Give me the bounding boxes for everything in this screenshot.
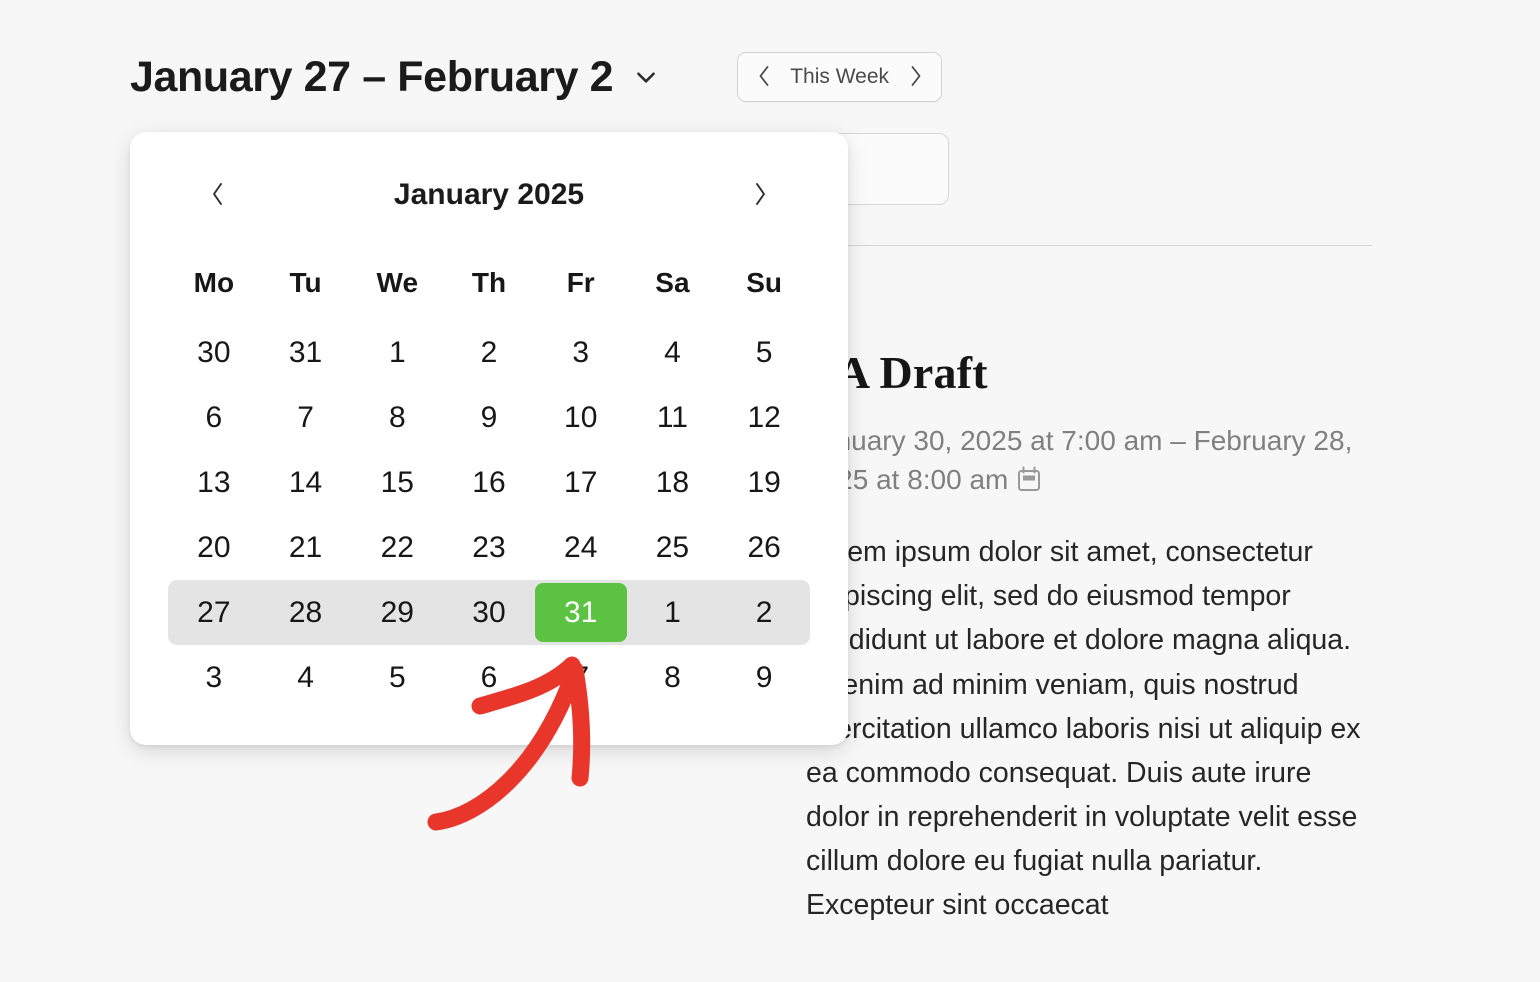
datepicker-month-label: January 2025 (393, 178, 585, 211)
weekday-label-su: Su (746, 267, 783, 298)
page-title: January 27 – February 2 (130, 52, 614, 101)
page-header: January 27 – February 2 This Week (130, 52, 942, 102)
calendar-day[interactable]: 29 (351, 583, 443, 642)
calendar-day[interactable]: 20 (168, 518, 260, 577)
calendar-day[interactable]: 5 (351, 648, 443, 707)
calendar-day[interactable]: 17 (535, 453, 627, 512)
calendar-day[interactable]: 8 (351, 388, 443, 447)
weekday-label-tu: Tu (289, 267, 322, 298)
weekday-label-fr: Fr (566, 267, 595, 298)
previous-week-button[interactable] (738, 53, 791, 101)
calendar-day[interactable]: 23 (443, 518, 535, 577)
calendar-day[interactable]: 1 (627, 583, 719, 642)
calendar-day[interactable]: 1 (351, 323, 443, 382)
event-date-range-text: January 30, 2025 at 7:00 am – February 2… (806, 424, 1353, 496)
calendar-day[interactable]: 14 (260, 453, 352, 512)
calendar-day-today[interactable]: 31 (534, 583, 627, 642)
calendar-day[interactable]: 30 (443, 583, 535, 642)
calendar-day[interactable]: 19 (718, 453, 810, 512)
this-week-button[interactable]: This Week (790, 53, 889, 101)
datepicker-weeks: 30 31 1 2 3 4 5 6 7 8 9 10 11 12 13 14 15 16 17 18 19 20 21 22 2… (168, 320, 810, 710)
event-detail-panel: BA Draft January 30, 2025 at 7:00 am – F… (806, 347, 1406, 956)
weekday-label-mo: Mo (193, 267, 235, 298)
calendar-day[interactable]: 22 (351, 518, 443, 577)
weekday-label-sa: Sa (655, 267, 690, 298)
date-range-dropdown[interactable]: January 27 – February 2 (130, 52, 659, 101)
calendar-day[interactable]: 9 (718, 648, 810, 707)
calendar-day[interactable]: 4 (627, 323, 719, 382)
calendar-day[interactable]: 26 (718, 518, 810, 577)
calendar-day[interactable]: 9 (443, 388, 535, 447)
calendar-day[interactable]: 21 (260, 518, 352, 577)
section-divider (760, 245, 1372, 246)
calendar-day[interactable]: 5 (718, 323, 810, 382)
weekday-label-we: We (376, 267, 419, 298)
calendar-week-row: 3456789 (168, 645, 810, 710)
calendar-week-row: 20 21 22 23 24 25 26 (168, 515, 810, 580)
calendar-day[interactable]: 25 (627, 518, 719, 577)
calendar-week-row-selected: 27 28 29 30 31 1 2 (168, 580, 810, 645)
week-navigation-group: This Week (737, 52, 942, 102)
calendar-day[interactable]: 11 (627, 388, 719, 447)
calendar-week-row: 13 14 15 16 17 18 19 (168, 450, 810, 515)
calendar-day[interactable]: 12 (718, 388, 810, 447)
chevron-right-icon (752, 180, 768, 211)
chevron-left-icon (756, 63, 773, 92)
chevron-down-icon[interactable] (633, 64, 659, 90)
chevron-left-icon (210, 180, 226, 211)
calendar-day[interactable]: 2 (718, 583, 810, 642)
datepicker-next-month-button[interactable] (738, 173, 782, 217)
calendar-day[interactable]: 4 (260, 648, 352, 707)
calendar-day[interactable]: 18 (627, 453, 719, 512)
calendar-week-row: 6 7 8 9 10 11 12 (168, 385, 810, 450)
datepicker-previous-month-button[interactable] (196, 173, 240, 217)
event-date-range-row: January 30, 2025 at 7:00 am – February 2… (806, 421, 1366, 505)
next-week-button[interactable] (889, 53, 941, 101)
calendar-day[interactable]: 27 (168, 583, 260, 642)
calendar-day[interactable]: 28 (260, 583, 352, 642)
calendar-day[interactable]: 6 (168, 388, 260, 447)
datepicker-weekday-header: Mo Tu We Th Fr Sa Su (168, 258, 810, 308)
calendar-day[interactable]: 24 (535, 518, 627, 577)
calendar-day[interactable]: 13 (168, 453, 260, 512)
calendar-day[interactable]: 10 (535, 388, 627, 447)
calendar-day[interactable]: 31 (260, 323, 352, 382)
calendar-day[interactable]: 3 (535, 323, 627, 382)
calendar-day[interactable]: 6 (443, 648, 535, 707)
calendar-day[interactable]: 8 (627, 648, 719, 707)
calendar-day[interactable]: 7 (535, 648, 627, 707)
event-title: BA Draft (806, 347, 988, 398)
weekday-label-th: Th (471, 267, 507, 298)
calendar-day[interactable]: 15 (351, 453, 443, 512)
calendar-day[interactable]: 16 (443, 453, 535, 512)
calendar-day[interactable]: 30 (168, 323, 260, 382)
event-description: Lorem ipsum dolor sit amet, consectetur … (806, 536, 1361, 922)
calendar-icon[interactable] (1016, 464, 1042, 504)
calendar-week-row: 30 31 1 2 3 4 5 (168, 320, 810, 385)
datepicker-popup: January 2025 Mo Tu We Th Fr Sa Su 30 31 1 2 3 4 5 6 7 8… (130, 132, 848, 745)
datepicker-grid: Mo Tu We Th Fr Sa Su 30 31 1 2 3 4 5 6 7 8 9 10 11 12 13 14 15… (130, 258, 848, 710)
chevron-right-icon (907, 63, 924, 92)
datepicker-header: January 2025 (130, 132, 848, 258)
calendar-day[interactable]: 2 (443, 323, 535, 382)
calendar-day[interactable]: 3 (168, 648, 260, 707)
calendar-day[interactable]: 7 (260, 388, 352, 447)
